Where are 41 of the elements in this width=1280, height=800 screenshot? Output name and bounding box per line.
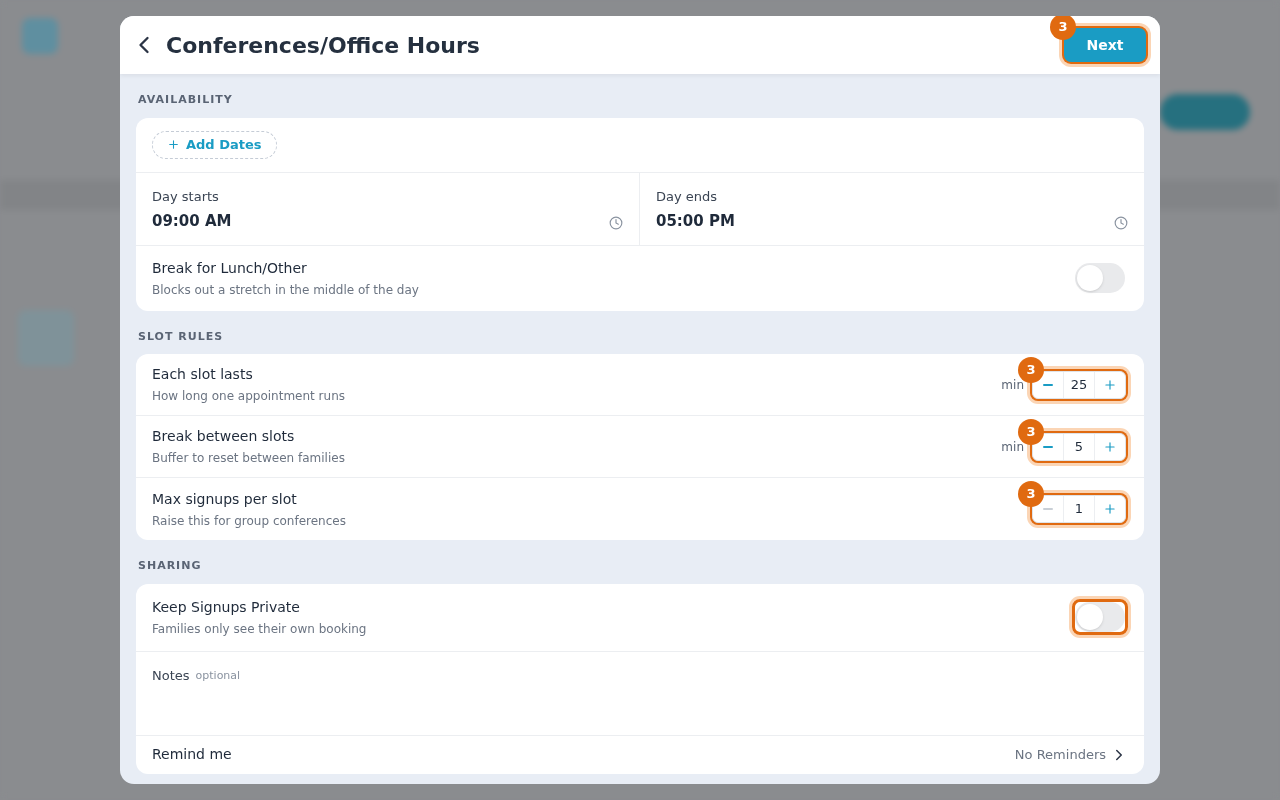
optional-hint: optional <box>195 667 241 684</box>
time-field[interactable]: 09:00 AM <box>152 210 232 233</box>
clock-icon <box>1114 215 1128 230</box>
minus-icon <box>1043 508 1053 510</box>
toggle-switch[interactable] <box>1075 263 1125 293</box>
plus-icon <box>1103 377 1117 392</box>
step-badge: 3 <box>1018 481 1044 507</box>
row-subtitle: Buffer to reset between families <box>152 450 345 467</box>
row-title: Break for Lunch/Other <box>152 258 308 278</box>
stepper-value: 25 <box>1063 371 1095 398</box>
step-badge: 3 <box>1050 16 1076 40</box>
minus-icon <box>1043 383 1053 386</box>
row-title: Each slot lasts <box>152 365 254 384</box>
notes-label: Notes <box>152 666 190 685</box>
section-heading: AVAILABILITY <box>137 92 234 108</box>
stepper-value: 1 <box>1063 496 1095 522</box>
row-subtitle: Families only see their own booking <box>152 620 367 638</box>
minus-icon <box>1043 445 1053 448</box>
section-heading: SLOT RULES <box>137 328 225 345</box>
clock-icon <box>609 215 623 230</box>
reminder-value: No Reminders <box>1014 745 1106 764</box>
dialog-title: Conferences/Office Hours <box>166 31 480 60</box>
stepper-value: 5 <box>1063 433 1095 460</box>
time-field[interactable]: 05:00 PM <box>656 210 735 233</box>
row-title: Break between slots <box>152 427 296 446</box>
row-subtitle: Blocks out a stretch in the middle of the day <box>152 281 419 299</box>
row-title: Keep Signups Private <box>152 597 301 617</box>
field-label: Day starts <box>152 187 220 206</box>
remind-row[interactable]: Remind me No Reminders <box>136 735 1144 774</box>
row-subtitle: Raise this for group conferences <box>152 512 346 530</box>
row-subtitle: How long one appointment runs <box>152 388 346 405</box>
plus-icon <box>167 138 180 151</box>
section-heading: SHARING <box>137 558 203 574</box>
notes-field[interactable]: Notes optional <box>136 651 1144 736</box>
row-title: Max signups per slot <box>152 489 298 509</box>
step-badge: 3 <box>1018 356 1044 383</box>
row-title: Remind me <box>152 745 232 764</box>
step-badge: 3 <box>1018 418 1044 445</box>
plus-icon <box>1103 502 1117 516</box>
plus-icon <box>1103 439 1117 454</box>
field-label: Day ends <box>656 187 719 206</box>
